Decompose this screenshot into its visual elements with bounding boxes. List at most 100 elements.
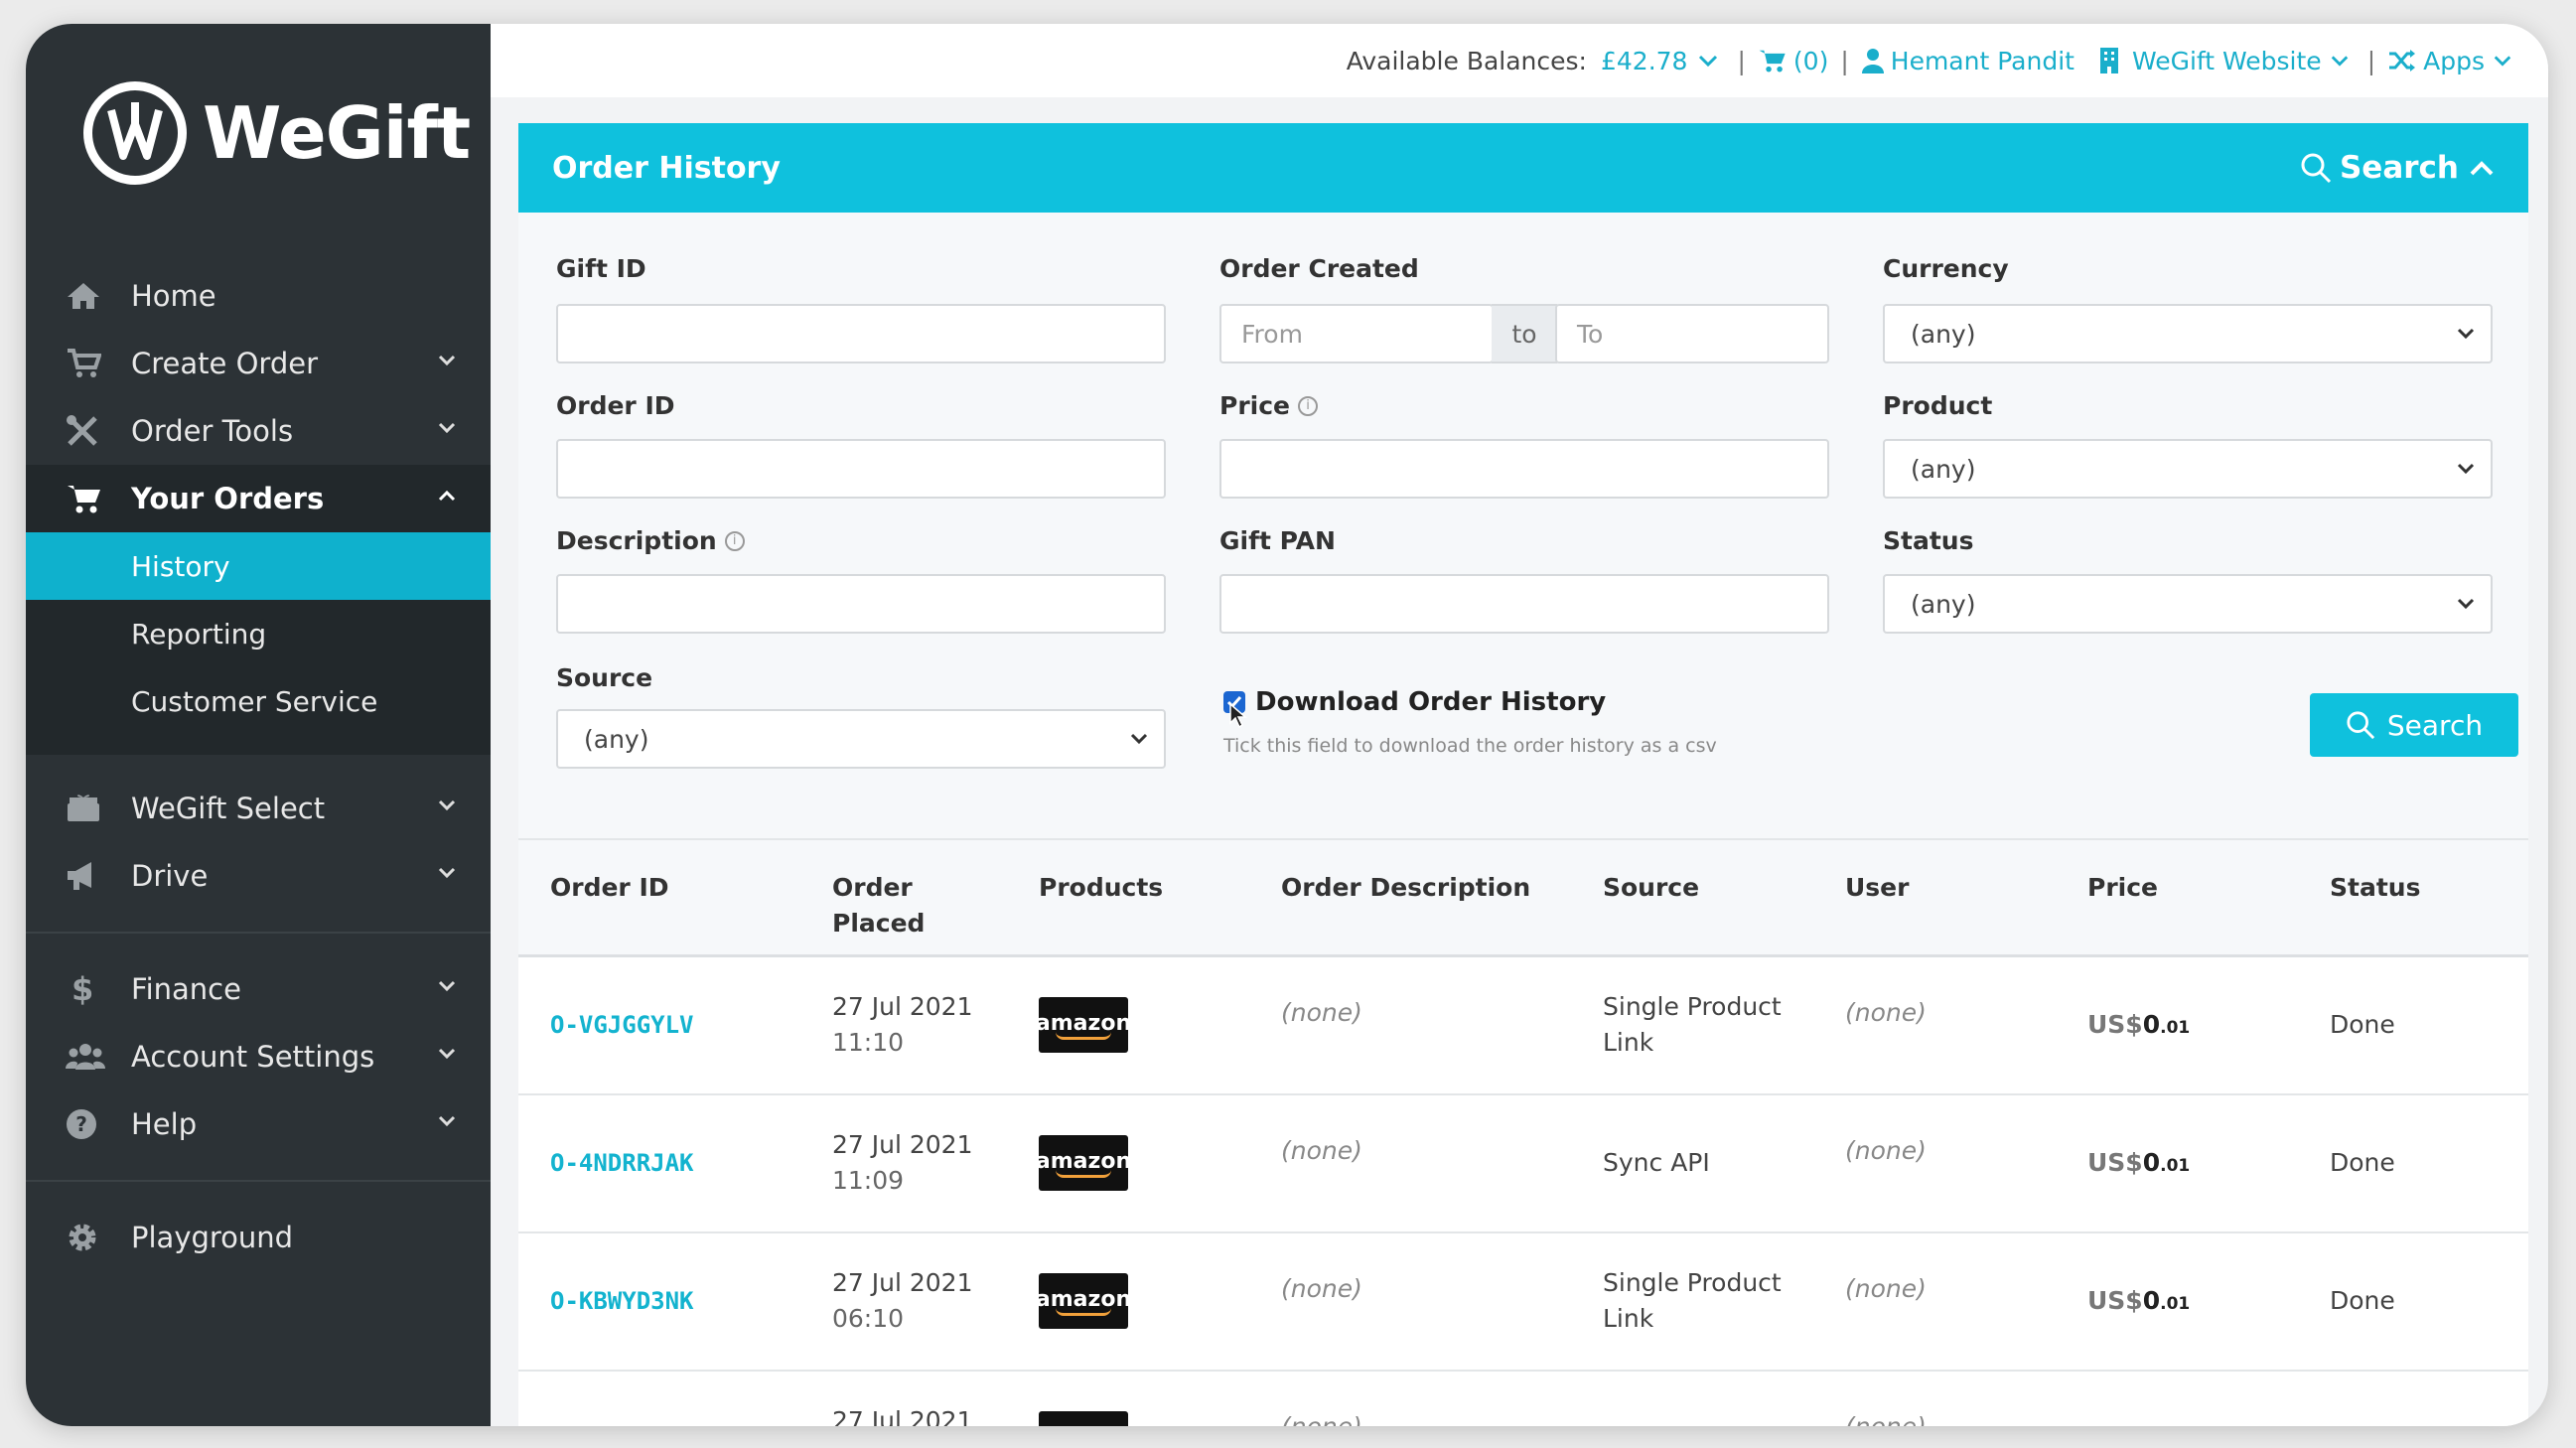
website-menu[interactable]: WeGift Website: [2098, 47, 2356, 75]
search-toggle-label: Search: [2339, 150, 2459, 186]
order-id-link[interactable]: O-KBWYD3NK: [550, 1283, 694, 1319]
description-label: Description i: [556, 526, 745, 555]
sidebar-item-wegift-select[interactable]: WeGift Select: [26, 775, 491, 842]
price-amount: 0: [2142, 1286, 2161, 1315]
sidebar-item-label: Help: [131, 1107, 198, 1141]
column-header-source[interactable]: Source: [1603, 870, 1699, 906]
amazon-logo: amazon: [1036, 1135, 1131, 1191]
order-time: 06:10: [832, 1304, 905, 1333]
balance-dropdown[interactable]: £42.78: [1601, 47, 1725, 75]
sidebar-item-label: WeGift Select: [131, 792, 326, 825]
order-source-line2: Link: [1603, 1028, 1654, 1057]
apps-menu[interactable]: Apps: [2387, 47, 2518, 75]
sidebar-item-label: Your Orders: [131, 482, 325, 515]
building-icon: [2099, 48, 2118, 73]
order-status: Done: [2330, 1286, 2395, 1315]
cart-icon: [1759, 50, 1786, 72]
order-date: 27 Jul 2021: [832, 1130, 973, 1159]
order-user: (none): [1845, 1136, 1927, 1165]
sidebar-item-help[interactable]: ? Help: [26, 1090, 491, 1158]
currency-select-value: (any): [1911, 319, 1976, 349]
description-input[interactable]: [556, 574, 1166, 634]
currency-select[interactable]: (any): [1883, 304, 2493, 363]
table-row[interactable]: O-KBWYD3NK 27 Jul 2021 06:10 amazon (non…: [518, 1233, 2528, 1372]
order-created-from-input[interactable]: From: [1219, 304, 1494, 363]
price-currency: US$: [2087, 1010, 2143, 1039]
status-select[interactable]: (any): [1883, 574, 2493, 634]
sidebar-item-finance[interactable]: $ Finance: [26, 955, 491, 1023]
column-header-order-placed-line1: Order: [832, 873, 913, 902]
sidebar-divider: [26, 1180, 491, 1182]
column-header-products[interactable]: Products: [1039, 870, 1163, 906]
sidebar-item-account-settings[interactable]: Account Settings: [26, 1023, 491, 1090]
chevron-down-icon: [438, 799, 456, 811]
sidebar-item-drive[interactable]: Drive: [26, 842, 491, 910]
balance-value: £42.78: [1600, 46, 1688, 75]
chevron-down-icon: [1130, 733, 1148, 745]
cart-link[interactable]: (0): [1758, 47, 1828, 75]
column-header-status[interactable]: Status: [2330, 870, 2420, 906]
search-icon: [2347, 711, 2375, 740]
sidebar-item-order-tools[interactable]: Order Tools: [26, 397, 491, 465]
order-created-to-input[interactable]: To: [1555, 304, 1829, 363]
column-header-user[interactable]: User: [1845, 870, 1909, 906]
top-bar: Available Balances: £42.78 | (0) | Heman…: [491, 24, 2548, 97]
sidebar-item-playground[interactable]: Playground: [26, 1204, 491, 1271]
cart-icon: [66, 483, 121, 514]
order-id-link[interactable]: O-4NDRRJAK: [550, 1145, 694, 1181]
sidebar-subitem-customer-service[interactable]: Customer Service: [26, 667, 491, 735]
order-created-label: Order Created: [1219, 254, 1419, 283]
chevron-down-icon: [438, 1048, 456, 1060]
sidebar-item-your-orders[interactable]: Your Orders: [26, 465, 491, 532]
product-select-value: (any): [1911, 454, 1976, 484]
order-price: US$0.01: [2087, 1007, 2190, 1046]
order-date: 27 Jul 2021: [832, 1406, 973, 1426]
order-id-input[interactable]: [556, 439, 1166, 499]
gift-pan-input[interactable]: [1219, 574, 1829, 634]
gift-id-input[interactable]: [556, 304, 1166, 363]
order-status: Done: [2330, 1010, 2395, 1039]
brand-logo[interactable]: WeGift: [83, 81, 471, 185]
sidebar-item-label: Drive: [131, 859, 209, 893]
date-range-to-addon: to: [1492, 304, 1557, 363]
info-icon[interactable]: i: [724, 530, 745, 551]
sidebar-item-home[interactable]: Home: [26, 262, 491, 330]
sidebar: WeGift Home Create Order Order Tools You…: [26, 24, 491, 1426]
column-header-order-description[interactable]: Order Description: [1281, 870, 1530, 906]
download-history-label[interactable]: Download Order History: [1255, 687, 1606, 717]
price-input[interactable]: [1219, 439, 1829, 499]
sidebar-subitem-history[interactable]: History: [26, 532, 491, 600]
user-name: Hemant Pandit: [1890, 46, 2075, 75]
column-header-price[interactable]: Price: [2087, 870, 2158, 906]
product-select[interactable]: (any): [1883, 439, 2493, 499]
search-toggle[interactable]: Search: [2300, 150, 2495, 186]
chevron-down-icon: [2457, 598, 2475, 610]
chevron-down-icon: [438, 422, 456, 434]
table-row[interactable]: O-VGJGGYLV 27 Jul 2021 11:10 amazon (non…: [518, 957, 2528, 1095]
source-label: Source: [556, 663, 653, 692]
chevron-up-icon: [438, 490, 456, 502]
chevron-up-icon: [2470, 161, 2494, 176]
megaphone-icon: [66, 860, 121, 892]
order-time: 11:10: [832, 1028, 905, 1057]
sidebar-item-create-order[interactable]: Create Order: [26, 330, 491, 397]
order-source-line1: Sync API: [1603, 1148, 1710, 1177]
info-icon[interactable]: i: [1298, 395, 1318, 416]
sidebar-subitem-reporting[interactable]: Reporting: [26, 600, 491, 667]
column-header-order-id[interactable]: Order ID: [550, 870, 669, 906]
order-user: (none): [1845, 998, 1927, 1027]
amazon-logo: amazon: [1036, 1273, 1131, 1329]
user-menu[interactable]: Hemant Pandit: [1861, 47, 2075, 75]
website-label: WeGift Website: [2131, 46, 2322, 75]
amazon-logo-text: amazon: [1036, 1425, 1131, 1427]
price-label-text: Price: [1219, 391, 1290, 420]
order-id-link[interactable]: O-VGJGGYLV: [550, 1007, 694, 1043]
users-icon: [66, 1042, 121, 1072]
search-button[interactable]: Search: [2310, 693, 2518, 757]
your-orders-submenu: History Reporting Customer Service: [26, 532, 491, 755]
column-header-order-placed[interactable]: Order Placed: [832, 870, 925, 941]
table-row[interactable]: 27 Jul 2021 amazon (none) (none): [518, 1372, 2528, 1426]
chevron-down-icon: [438, 867, 456, 879]
source-select[interactable]: (any): [556, 709, 1166, 769]
table-row[interactable]: O-4NDRRJAK 27 Jul 2021 11:09 amazon (non…: [518, 1095, 2528, 1233]
